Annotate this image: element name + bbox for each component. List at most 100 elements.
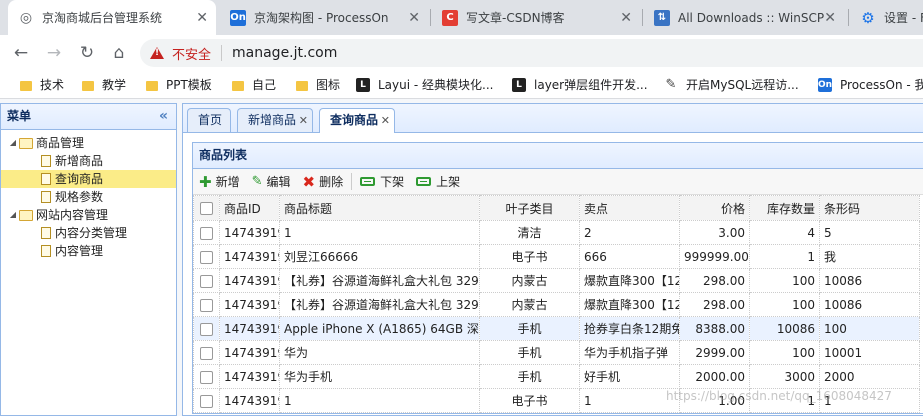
- edit-button[interactable]: ✎ 编辑: [252, 173, 291, 190]
- table-row[interactable]: 14743919 华为 手机 华为手机指子弹 2999.00 100 10001: [193, 340, 920, 365]
- checkbox-icon: [200, 226, 213, 240]
- table-cell: 100: [749, 268, 820, 293]
- close-icon[interactable]: ✕: [299, 109, 308, 132]
- bookmark-folder[interactable]: 自己: [232, 76, 276, 93]
- tree-group-label: 商品管理: [36, 136, 85, 150]
- offshelf-button[interactable]: 下架: [360, 173, 404, 190]
- browser-tab-processon[interactable]: On 京淘架构图 - ProcessOn ✕: [220, 0, 428, 35]
- column-header-sellpoint[interactable]: 卖点: [579, 195, 680, 221]
- tree-item-label: 内容分类管理: [55, 226, 128, 240]
- bookmark-folder[interactable]: 图标: [296, 76, 340, 93]
- tree-item-label: 内容管理: [55, 244, 104, 258]
- column-header-stock[interactable]: 库存数量: [749, 195, 820, 221]
- tab-query-goods[interactable]: 查询商品 ✕: [319, 108, 395, 133]
- expand-icon[interactable]: ◢: [7, 134, 19, 152]
- table-cell: 手机: [479, 340, 580, 365]
- tree-item-spec-params[interactable]: 规格参数: [1, 188, 176, 206]
- expand-icon[interactable]: ◢: [7, 206, 19, 224]
- bookmark-mysql[interactable]: ✎ 开启MySQL远程访...: [664, 76, 799, 93]
- close-icon[interactable]: ✕: [381, 109, 390, 132]
- row-checkbox[interactable]: [193, 220, 220, 245]
- folder-icon: [82, 80, 94, 91]
- close-icon[interactable]: ✕: [824, 10, 836, 26]
- delete-button[interactable]: ✖ 删除: [303, 173, 344, 191]
- table-row[interactable]: 14743919 【礼券】谷源道海鲜礼盒大礼包 3298 内蒙古 爆款直降300【12…: [193, 268, 920, 293]
- bookmark-layer[interactable]: Llayer弹层组件开发...: [512, 76, 648, 93]
- file-icon: [41, 227, 51, 239]
- column-header-price[interactable]: 价格: [679, 195, 750, 221]
- delete-button-label: 删除: [319, 175, 344, 189]
- table-cell: 2000: [819, 364, 920, 389]
- omnibox[interactable]: 不安全 manage.jt.com: [140, 39, 923, 67]
- tree-item-add-goods[interactable]: 新增商品: [1, 152, 176, 170]
- table-row[interactable]: 14743919 华为手机 手机 好手机 2000.00 3000 2000: [193, 364, 920, 389]
- table-cell: 电子书: [479, 244, 580, 269]
- tree-group-content[interactable]: ◢ 网站内容管理: [1, 206, 176, 224]
- tree-item-content-manage[interactable]: 内容管理: [1, 242, 176, 260]
- home-icon[interactable]: ⌂: [109, 43, 129, 63]
- tree-item-content-category[interactable]: 内容分类管理: [1, 224, 176, 242]
- table-row[interactable]: 14743919 1 清洁 2 3.00 4 5: [193, 220, 920, 245]
- bookmark-label: 自己: [252, 78, 277, 92]
- column-header-title[interactable]: 商品标题: [279, 195, 480, 221]
- table-row[interactable]: 14743919 刘昱江66666 电子书 666 999999.00 1 我: [193, 244, 920, 269]
- row-checkbox[interactable]: [193, 340, 220, 365]
- browser-tab-winscp[interactable]: ⇅ All Downloads :: WinSCP ✕: [644, 0, 844, 35]
- reload-icon[interactable]: ↻: [77, 43, 97, 63]
- table-cell: 10086: [749, 316, 820, 341]
- bookmark-folder[interactable]: PPT模板: [146, 76, 212, 93]
- tab-home[interactable]: 首页: [187, 108, 231, 132]
- table-row[interactable]: 14743919 Apple iPhone X (A1865) 64GB 深空 手机…: [193, 316, 920, 341]
- table-cell: 刘昱江66666: [279, 244, 480, 269]
- bookmark-layui[interactable]: L Layui - 经典模块化...: [356, 76, 493, 93]
- url-text[interactable]: manage.jt.com: [232, 45, 337, 61]
- onshelf-button[interactable]: 上架: [416, 173, 460, 190]
- csdn-icon: C: [442, 9, 458, 26]
- table-cell: 【礼券】谷源道海鲜礼盒大礼包 3298: [279, 268, 480, 293]
- table-cell: 298.00: [679, 292, 750, 317]
- close-icon[interactable]: ✕: [196, 10, 208, 26]
- table-row[interactable]: 14743919 【礼券】谷源道海鲜礼盒大礼包 3298 内蒙古 爆款直降300【12…: [193, 292, 920, 317]
- warning-icon[interactable]: [150, 47, 164, 59]
- browser-tab-jingtao[interactable]: ◎ 京淘商城后台管理系统 ✕: [8, 0, 216, 35]
- collapse-icon[interactable]: «: [159, 104, 168, 129]
- column-header-barcode[interactable]: 条形码: [819, 195, 920, 221]
- close-icon[interactable]: ✕: [408, 10, 420, 26]
- feather-icon: ✎: [665, 77, 677, 92]
- browser-tab-settings[interactable]: ⚙ 设置 - F: [850, 0, 923, 35]
- column-header-id[interactable]: 商品ID: [219, 195, 280, 221]
- row-checkbox[interactable]: [193, 388, 220, 413]
- row-checkbox[interactable]: [193, 364, 220, 389]
- select-all-checkbox[interactable]: [193, 195, 220, 221]
- browser-tab-title: 设置 - F: [884, 11, 923, 25]
- bookmark-folder[interactable]: 技术: [20, 76, 64, 93]
- bookmark-label: ProcessOn - 我: [840, 78, 923, 92]
- row-checkbox[interactable]: [193, 268, 220, 293]
- security-label[interactable]: 不安全: [172, 44, 211, 63]
- row-checkbox[interactable]: [193, 244, 220, 269]
- table-cell: 华为手机指子弹: [579, 340, 680, 365]
- column-header-category[interactable]: 叶子类目: [479, 195, 580, 221]
- row-checkbox[interactable]: [193, 292, 220, 317]
- table-cell: 1: [279, 220, 480, 245]
- row-checkbox[interactable]: [193, 316, 220, 341]
- tab-divider: [642, 9, 643, 26]
- forward-arrow-icon[interactable]: →: [44, 43, 64, 63]
- table-cell: 华为手机: [279, 364, 480, 389]
- table-cell: Apple iPhone X (A1865) 64GB 深空: [279, 316, 480, 341]
- file-icon: [41, 155, 51, 167]
- tab-label: 新增商品: [248, 113, 297, 127]
- table-cell: 298.00: [679, 268, 750, 293]
- tab-add-goods[interactable]: 新增商品 ✕: [237, 108, 313, 132]
- tree-item-query-goods[interactable]: 查询商品: [1, 170, 176, 188]
- bookmark-folder[interactable]: 教学: [82, 76, 126, 93]
- checkbox-icon: [200, 250, 213, 264]
- tree-group-goods[interactable]: ◢ 商品管理: [1, 134, 176, 152]
- add-button[interactable]: ✚ 新增: [199, 173, 240, 191]
- close-icon[interactable]: ✕: [620, 10, 632, 26]
- back-arrow-icon[interactable]: ←: [11, 43, 31, 63]
- bookmark-processon[interactable]: On ProcessOn - 我: [818, 76, 923, 93]
- checkbox-icon: [200, 346, 213, 360]
- table-cell: 电子书: [479, 388, 580, 413]
- browser-tab-csdn[interactable]: C 写文章-CSDN博客 ✕: [432, 0, 640, 35]
